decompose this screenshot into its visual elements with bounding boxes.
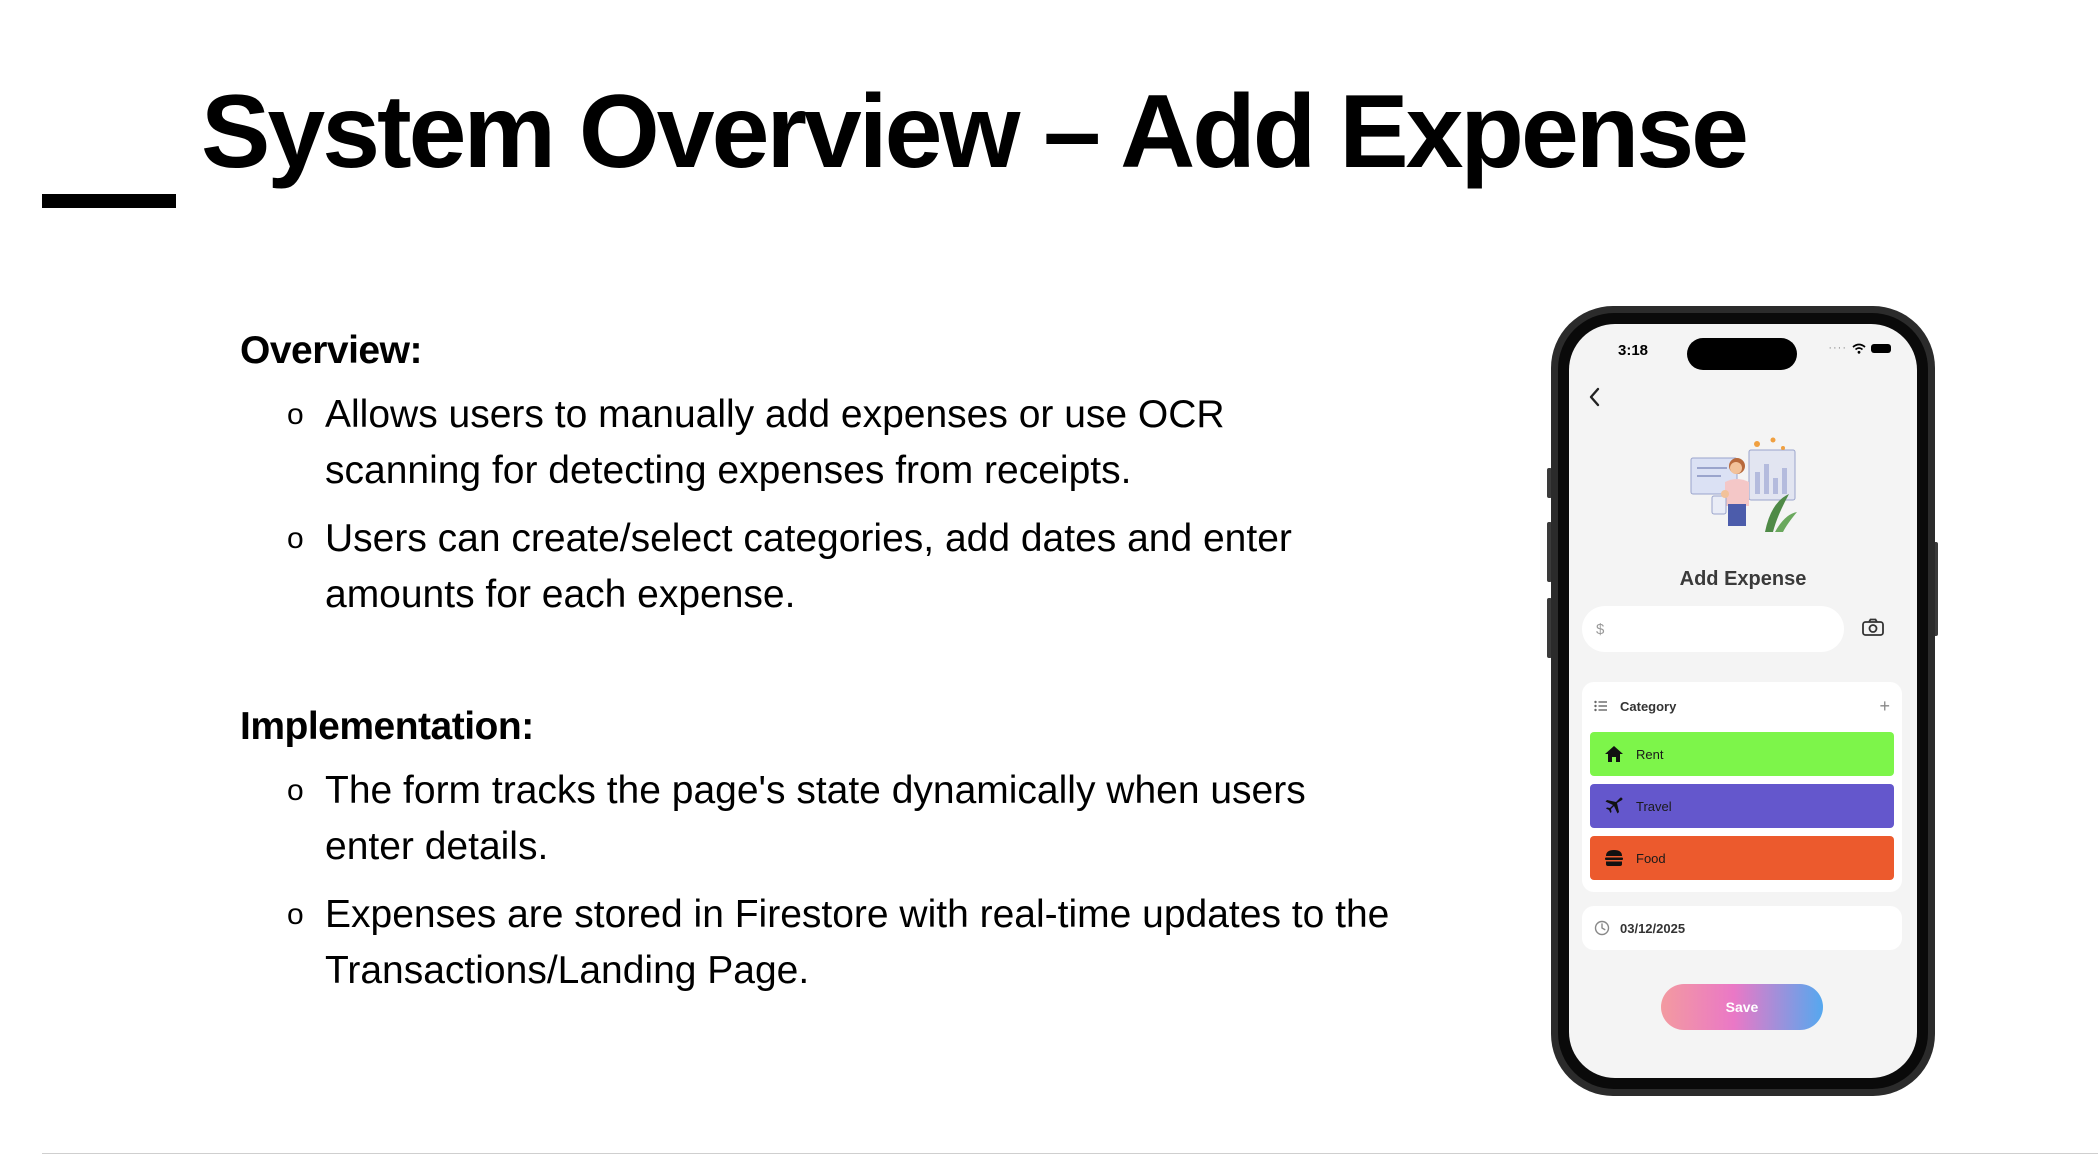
screen-title: Add Expense [1679, 568, 1807, 590]
signal-icon: ···· [1828, 342, 1847, 354]
battery-icon [1871, 343, 1891, 353]
list-icon [1594, 700, 1607, 712]
phone-screen: 3:18 ···· Add Expense $ Category + Rent … [1569, 324, 1917, 1078]
bullet-marker: o [287, 773, 304, 807]
expense-illustration [1690, 437, 1797, 532]
airplane-icon [1605, 797, 1623, 814]
wifi-icon [1852, 343, 1866, 354]
amount-placeholder: $ [1596, 620, 1605, 638]
category-name: Food [1636, 850, 1666, 866]
bullet-item: o Expenses are stored in Firestore with … [240, 887, 1390, 999]
camera-icon[interactable] [1862, 618, 1884, 636]
burger-icon [1605, 850, 1623, 866]
bullet-item: o Users can create/select categories, ad… [240, 511, 1390, 623]
title-accent-bar [42, 194, 176, 208]
category-item-travel[interactable]: Travel [1590, 784, 1894, 828]
implementation-heading: Implementation: [240, 705, 534, 748]
dynamic-island [1687, 338, 1797, 370]
date-field[interactable]: 03/12/2025 [1582, 906, 1902, 950]
implementation-bullets: o The form tracks the page's state dynam… [240, 763, 1390, 999]
bullet-text: The form tracks the page's state dynamic… [325, 768, 1306, 868]
status-indicators: ···· [1828, 342, 1891, 354]
save-button[interactable]: Save [1661, 984, 1823, 1030]
date-value: 03/12/2025 [1620, 920, 1686, 936]
bullet-text: Expenses are stored in Firestore with re… [325, 892, 1390, 992]
clock-icon [1594, 920, 1610, 936]
category-name: Rent [1636, 746, 1664, 762]
status-time: 3:18 [1618, 342, 1649, 359]
bullet-marker: o [287, 521, 304, 555]
back-chevron-icon[interactable] [1587, 386, 1603, 408]
add-category-plus-icon[interactable]: + [1879, 696, 1890, 717]
category-panel: Category + Rent Travel Food [1582, 682, 1902, 892]
overview-bullets: o Allows users to manually add expenses … [240, 387, 1390, 623]
bullet-item: o Allows users to manually add expenses … [240, 387, 1390, 499]
save-label: Save [1725, 999, 1759, 1015]
bullet-item: o The form tracks the page's state dynam… [240, 763, 1390, 875]
house-icon [1605, 746, 1623, 762]
implementation-section: Implementation: o The form tracks the pa… [240, 704, 1390, 1011]
phone-bezel: 3:18 ···· Add Expense $ Category + Rent … [1558, 313, 1928, 1089]
category-label: Category [1620, 698, 1677, 714]
amount-input[interactable]: $ [1582, 606, 1844, 652]
category-item-rent[interactable]: Rent [1590, 732, 1894, 776]
category-header: Category + [1594, 694, 1890, 718]
bullet-marker: o [287, 397, 304, 431]
bullet-text: Allows users to manually add expenses or… [325, 392, 1225, 492]
phone-mockup: 3:18 ···· Add Expense $ Category + Rent … [1551, 306, 1935, 1096]
category-name: Travel [1636, 798, 1672, 814]
overview-section: Overview: o Allows users to manually add… [240, 328, 1390, 635]
bullet-marker: o [287, 897, 304, 931]
bullet-text: Users can create/select categories, add … [325, 516, 1292, 616]
slide-title: System Overview – Add Expense [201, 74, 1749, 190]
category-item-food[interactable]: Food [1590, 836, 1894, 880]
overview-heading: Overview: [240, 329, 422, 372]
